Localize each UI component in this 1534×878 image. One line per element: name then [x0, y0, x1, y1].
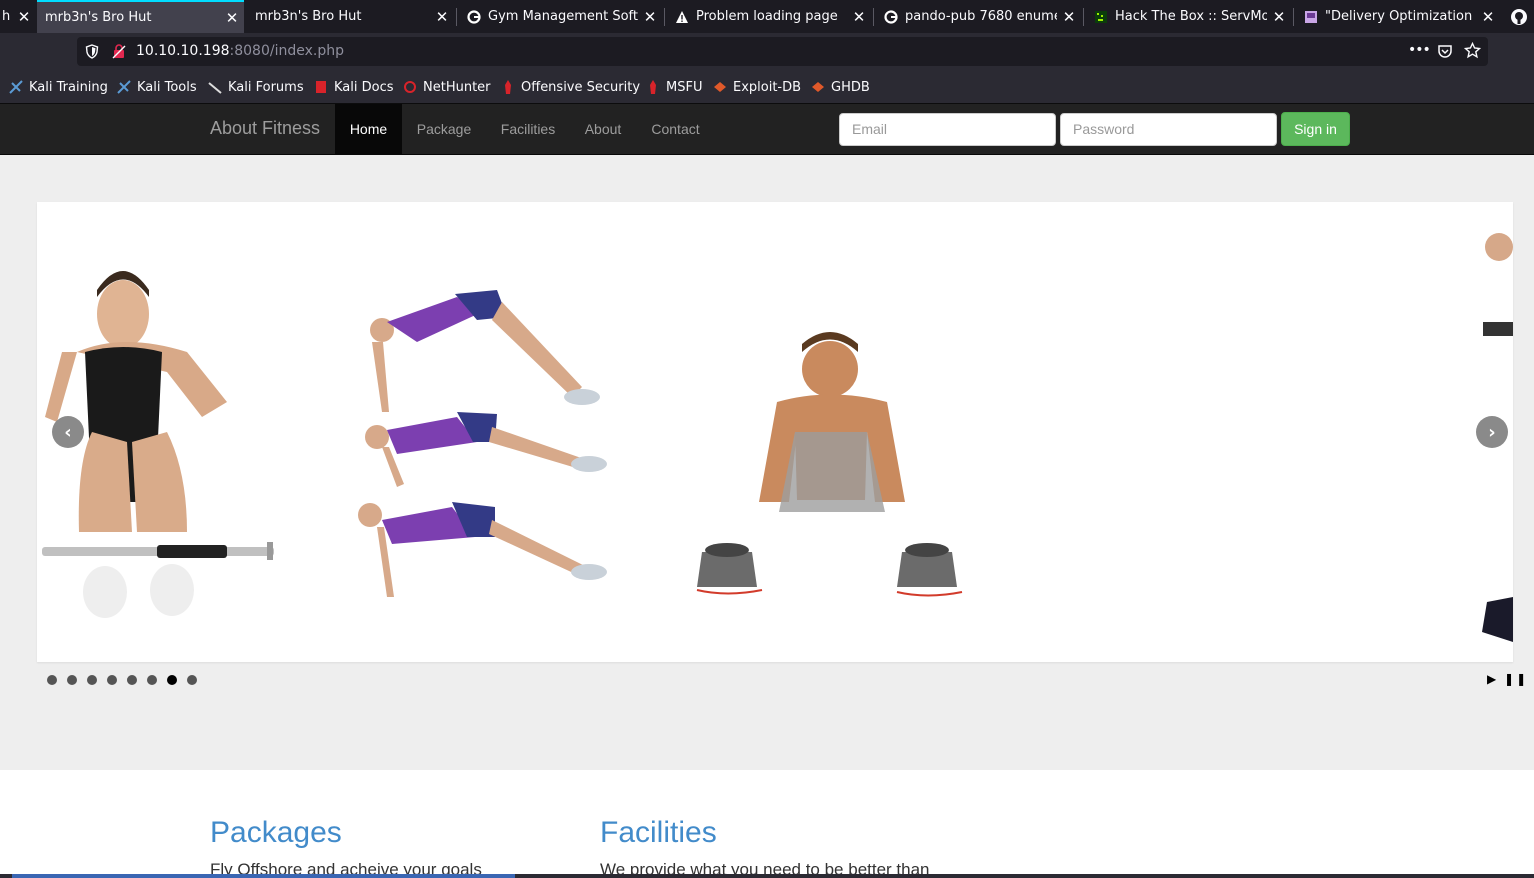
slide-dot[interactable] [67, 675, 77, 685]
url-text[interactable]: 10.10.10.198:8080/index.php [136, 43, 344, 59]
bookmark-kali-forums[interactable]: Kali Forums [207, 79, 304, 95]
content-section: Packages Fly Offshore and acheive your g… [0, 770, 1534, 878]
close-icon[interactable]: ✕ [220, 9, 244, 27]
packages-heading: Packages [210, 816, 342, 849]
tab-bar: h ✕ mrb3n's Bro Hut ✕ mrb3n's Bro Hut ✕ … [0, 0, 1534, 33]
close-icon[interactable]: ✕ [430, 8, 454, 26]
nav-facilities[interactable]: Facilities [486, 104, 570, 154]
next-slide-button[interactable]: › [1476, 416, 1508, 448]
sign-in-button[interactable]: Sign in [1281, 112, 1350, 146]
slide-dot[interactable] [47, 675, 57, 685]
pushup-stands-figure [696, 332, 963, 597]
google-icon [883, 9, 899, 25]
bookmark-kali-tools[interactable]: Kali Tools [116, 79, 197, 95]
nav-toolbar: 10.10.10.198:8080/index.php ••• [0, 33, 1534, 71]
close-icon[interactable]: ✕ [1267, 8, 1291, 26]
bookmark-kali-docs[interactable]: Kali Docs [313, 79, 394, 95]
site-brand[interactable]: About Fitness [210, 118, 320, 139]
prev-slide-button[interactable]: ‹ [52, 416, 84, 448]
slide-dot[interactable] [107, 675, 117, 685]
purple-page-icon [1303, 9, 1319, 25]
warning-icon [674, 9, 690, 25]
tab[interactable]: pando-pub 7680 enume ✕ [875, 0, 1081, 33]
tab[interactable]: "Delivery Optimization I ✕ [1295, 0, 1500, 33]
kali-icon [8, 79, 24, 95]
exercise-illustration [42, 233, 1513, 642]
tab[interactable]: Gym Management Softw ✕ [458, 0, 662, 33]
image-carousel: ‹ › [37, 202, 1513, 662]
slide-dot[interactable] [187, 675, 197, 685]
offsec-icon [645, 79, 661, 95]
close-icon[interactable]: ✕ [638, 8, 662, 26]
site-navbar: About Fitness Home Package Facilities Ab… [0, 104, 1534, 155]
tab[interactable]: Hack The Box :: ServMon ✕ [1085, 0, 1291, 33]
star-icon[interactable] [1463, 41, 1482, 63]
close-icon[interactable]: ✕ [1057, 8, 1081, 26]
google-icon [466, 9, 482, 25]
scrollbar-thumb[interactable] [12, 874, 515, 878]
nav-about[interactable]: About [570, 104, 636, 154]
nav-contact[interactable]: Contact [636, 104, 715, 154]
carousel-dots [47, 675, 207, 687]
bookmark-ghdb[interactable]: GHDB [810, 79, 870, 95]
facilities-heading: Facilities [600, 816, 717, 849]
exploit-db-icon [712, 79, 728, 95]
nethunter-icon [402, 79, 418, 95]
bookmark-offensive-security[interactable]: Offensive Security [500, 79, 640, 95]
page-viewport: About Fitness Home Package Facilities Ab… [0, 104, 1534, 878]
more-actions-icon[interactable]: ••• [1408, 42, 1431, 58]
slide-dot-active[interactable] [167, 675, 177, 685]
offsec-icon [500, 79, 516, 95]
bookmarks-toolbar: Kali Training Kali Tools Kali Forums Kal… [0, 71, 1534, 104]
insecure-lock-icon[interactable] [112, 44, 126, 63]
pocket-icon[interactable] [1437, 43, 1453, 63]
kali-icon [116, 79, 132, 95]
tab[interactable]: Problem loading page ✕ [666, 0, 871, 33]
exploit-db-icon [810, 79, 826, 95]
tab-partial[interactable]: h ✕ [0, 0, 36, 33]
bookmark-exploit-db[interactable]: Exploit-DB [712, 79, 801, 95]
pushup-sequence [358, 290, 607, 597]
bookmark-kali-training[interactable]: Kali Training [8, 79, 108, 95]
password-field[interactable]: Password [1060, 113, 1277, 146]
dragon-icon [207, 79, 223, 95]
slide-dot[interactable] [147, 675, 157, 685]
slide-dot[interactable] [87, 675, 97, 685]
tab[interactable]: mrb3n's Bro Hut ✕ [247, 0, 454, 33]
url-bar[interactable]: 10.10.10.198:8080/index.php ••• [77, 37, 1488, 66]
email-field[interactable]: Email [839, 113, 1056, 146]
bookmark-msfu[interactable]: MSFU [645, 79, 702, 95]
close-icon[interactable]: ✕ [847, 8, 871, 26]
docs-icon [313, 79, 329, 95]
htb-icon [1093, 9, 1109, 25]
close-icon[interactable]: ✕ [12, 8, 36, 26]
nav-home[interactable]: Home [335, 104, 402, 154]
github-icon[interactable] [1510, 8, 1528, 26]
slide-dot[interactable] [127, 675, 137, 685]
close-icon[interactable]: ✕ [1476, 8, 1500, 26]
tab-active[interactable]: mrb3n's Bro Hut ✕ [37, 0, 244, 33]
shield-icon[interactable] [85, 44, 99, 63]
play-pause-control[interactable]: ▶ ❚❚ [1487, 672, 1528, 686]
bookmark-nethunter[interactable]: NetHunter [402, 79, 491, 95]
nav-package[interactable]: Package [402, 104, 486, 154]
